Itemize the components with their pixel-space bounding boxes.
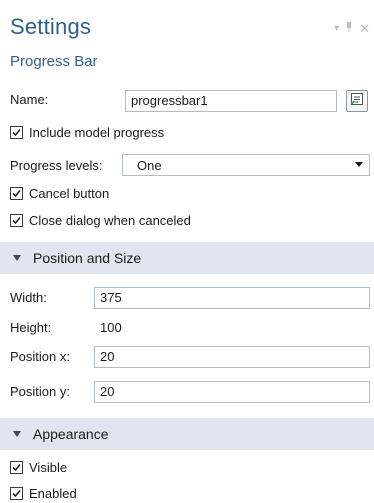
enabled-row[interactable]: Enabled — [10, 486, 77, 501]
position-y-label: Position y: — [10, 384, 70, 399]
position-y-input[interactable]: 20 — [94, 381, 370, 403]
appearance-section-header[interactable]: Appearance — [0, 418, 374, 450]
close-dialog-row[interactable]: Close dialog when canceled — [10, 213, 191, 228]
position-x-row: Position x: — [10, 349, 70, 364]
settings-subtitle: Progress Bar — [10, 53, 98, 70]
appearance-title: Appearance — [33, 426, 109, 442]
chevron-down-icon — [355, 162, 363, 167]
visible-row[interactable]: Visible — [10, 460, 67, 475]
close-icon[interactable]: ✕ — [359, 22, 370, 35]
progress-levels-select[interactable]: One — [122, 154, 370, 176]
enabled-checkbox[interactable] — [10, 487, 23, 500]
name-row: Name: — [10, 92, 48, 107]
include-model-progress-label: Include model progress — [29, 125, 165, 140]
width-label: Width: — [10, 290, 47, 305]
height-value: 100 — [100, 320, 122, 335]
close-dialog-checkbox[interactable] — [10, 214, 23, 227]
enabled-label: Enabled — [29, 486, 77, 501]
name-label: Name: — [10, 92, 49, 107]
include-model-progress-row[interactable]: Include model progress — [10, 125, 164, 140]
progress-levels-row: Progress levels: — [10, 158, 102, 173]
height-row: Height: — [10, 320, 51, 335]
pin-icon[interactable] — [345, 22, 353, 35]
position-and-size-title: Position and Size — [33, 250, 142, 266]
progress-levels-label: Progress levels: — [10, 158, 103, 173]
dropdown-icon[interactable]: ▾ — [334, 23, 339, 34]
collapse-triangle-icon — [13, 255, 21, 261]
document-icon — [350, 92, 364, 111]
position-x-input[interactable]: 20 — [94, 346, 370, 368]
name-input[interactable]: progressbar1 — [125, 90, 337, 112]
cancel-button-checkbox[interactable] — [10, 187, 23, 200]
include-model-progress-checkbox[interactable] — [10, 126, 23, 139]
height-label: Height: — [10, 320, 52, 335]
visible-checkbox[interactable] — [10, 461, 23, 474]
visible-label: Visible — [29, 460, 68, 475]
edit-node-button[interactable] — [346, 90, 368, 112]
window-controls: ▾ ✕ — [334, 22, 370, 35]
collapse-triangle-icon — [13, 431, 21, 437]
position-x-label: Position x: — [10, 349, 70, 364]
settings-panel: Settings ▾ ✕ Progress Bar Name: progress… — [0, 0, 374, 503]
width-input[interactable]: 375 — [94, 287, 370, 309]
position-y-row: Position y: — [10, 384, 70, 399]
width-row: Width: — [10, 290, 47, 305]
settings-title: Settings — [10, 14, 92, 39]
close-dialog-label: Close dialog when canceled — [29, 213, 191, 228]
cancel-button-row[interactable]: Cancel button — [10, 186, 109, 201]
progress-levels-value: One — [137, 157, 162, 173]
cancel-button-label: Cancel button — [29, 186, 110, 201]
position-and-size-section-header[interactable]: Position and Size — [0, 242, 374, 274]
